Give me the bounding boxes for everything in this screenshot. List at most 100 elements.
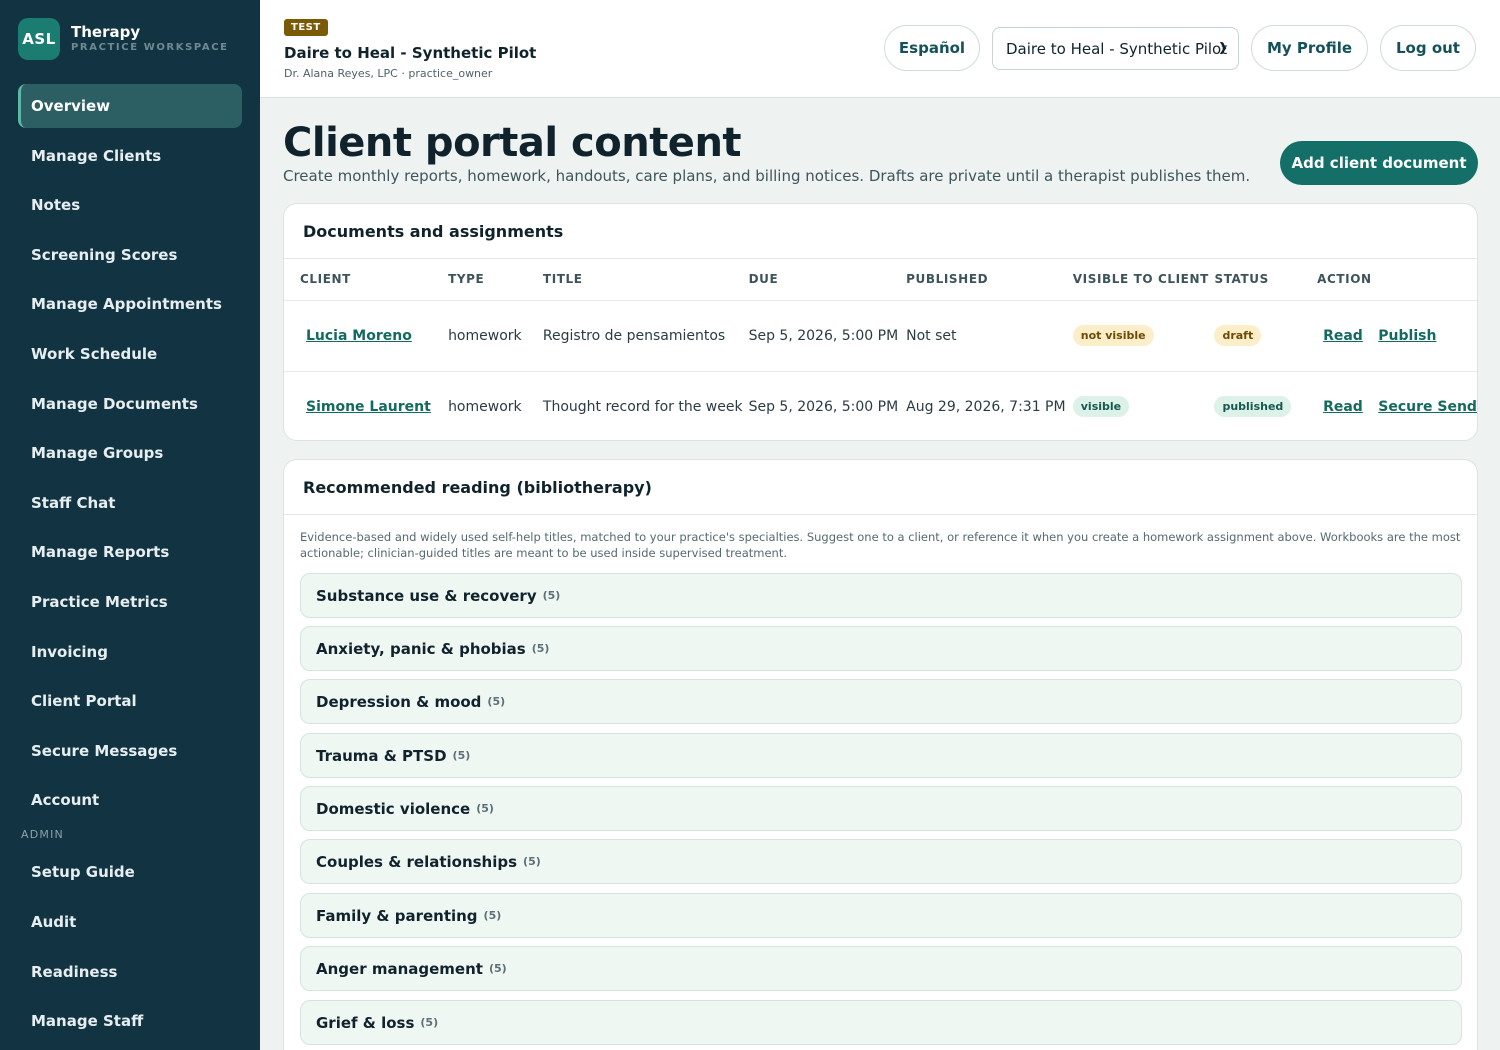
col-type: TYPE (448, 259, 543, 301)
sidebar-item-overview[interactable]: Overview (18, 84, 242, 128)
test-badge: TEST (284, 19, 328, 36)
col-published: PUBLISHED (906, 259, 1073, 301)
category-count: (5) (476, 802, 494, 815)
sidebar-item-setup-guide[interactable]: Setup Guide (18, 850, 242, 894)
read-link[interactable]: Read (1323, 399, 1363, 415)
category-domestic-violence[interactable]: Domestic violence (5) (300, 786, 1462, 831)
category-name: Anger management (316, 959, 483, 978)
client-link[interactable]: Simone Laurent (306, 399, 431, 415)
category-count: (5) (488, 962, 507, 975)
category-count: (5) (483, 909, 502, 922)
sidebar-item-client-portal[interactable]: Client Portal (18, 679, 242, 723)
doc-published: Not set (906, 300, 1073, 372)
category-count: (5) (420, 1016, 439, 1029)
documents-card: Documents and assignments CLIENT TYPE TI… (283, 203, 1478, 441)
category-count: (5) (531, 642, 550, 655)
category-name: Family & parenting (316, 906, 478, 925)
practice-select[interactable]: Daire to Heal - Synthetic Pilot ❯ (992, 27, 1239, 70)
page-title: Client portal content (283, 120, 742, 166)
category-name: Couples & relationships (316, 852, 518, 871)
chevron-down-icon: ❯ (1217, 40, 1228, 54)
category-depression[interactable]: Depression & mood (5) (300, 679, 1462, 724)
doc-due: Sep 5, 2026, 5:00 PM (748, 398, 899, 415)
table-header-row: CLIENT TYPE TITLE DUE PUBLISHED VISIBLE … (284, 259, 1477, 301)
sidebar-item-account[interactable]: Account (18, 778, 242, 822)
category-name: Substance use & recovery (316, 586, 537, 605)
category-name: Depression & mood (316, 692, 482, 711)
doc-type: homework (448, 398, 522, 415)
category-name: Domestic violence (316, 799, 471, 818)
documents-table: CLIENT TYPE TITLE DUE PUBLISHED VISIBLE … (284, 259, 1477, 442)
publish-link[interactable]: Publish (1378, 328, 1436, 344)
category-name: Anxiety, panic & phobias (316, 639, 526, 658)
brand-name: Therapy (71, 23, 141, 41)
sidebar-item-manage-clients[interactable]: Manage Clients (18, 134, 242, 178)
col-client: CLIENT (284, 259, 449, 301)
visibility-badge: not visible (1072, 325, 1154, 346)
sidebar-admin-heading: ADMIN (21, 828, 64, 842)
practice-select-value: Daire to Heal - Synthetic Pilot (1006, 39, 1228, 58)
doc-published: Aug 29, 2026, 7:31 PM (906, 398, 1066, 415)
doc-title: Thought record for the week (542, 398, 743, 415)
sidebar-item-readiness[interactable]: Readiness (18, 950, 242, 994)
category-anger[interactable]: Anger management (5) (300, 946, 1462, 991)
client-link[interactable]: Lucia Moreno (306, 328, 412, 344)
sidebar-item-invoicing[interactable]: Invoicing (18, 630, 242, 674)
category-substance-use[interactable]: Substance use & recovery (5) (300, 573, 1462, 618)
category-count: (5) (542, 589, 561, 602)
col-status: STATUS (1214, 259, 1318, 301)
my-profile-button[interactable]: My Profile (1251, 25, 1368, 71)
sidebar-item-audit[interactable]: Audit (18, 900, 242, 944)
category-count: (5) (452, 749, 471, 762)
language-button[interactable]: Español (884, 25, 980, 71)
doc-type: homework (448, 300, 543, 372)
add-client-document-button[interactable]: Add client document (1280, 141, 1478, 185)
reading-intro: Evidence-based and widely used self-help… (300, 530, 1461, 560)
reading-card: Recommended reading (bibliotherapy) Evid… (283, 459, 1478, 1050)
practice-name: Daire to Heal - Synthetic Pilot (284, 44, 537, 62)
brand[interactable]: ASL Therapy PRACTICE WORKSPACE (18, 18, 229, 60)
sidebar-nav: Overview Manage Clients Notes Screening … (18, 84, 242, 1049)
sidebar-item-manage-appointments[interactable]: Manage Appointments (18, 282, 242, 326)
sidebar: ASL Therapy PRACTICE WORKSPACE Overview … (0, 0, 260, 1050)
col-visible: VISIBLE TO CLIENT (1072, 259, 1215, 301)
logout-button[interactable]: Log out (1380, 25, 1476, 71)
col-action: ACTION (1317, 259, 1477, 301)
table-row: Simone Laurent homework Thought record f… (284, 371, 1477, 442)
category-anxiety[interactable]: Anxiety, panic & phobias (5) (300, 626, 1462, 671)
documents-heading: Documents and assignments (284, 204, 1477, 259)
sidebar-item-manage-documents[interactable]: Manage Documents (18, 382, 242, 426)
read-link[interactable]: Read (1323, 328, 1363, 344)
sidebar-item-manage-reports[interactable]: Manage Reports (18, 530, 242, 574)
user-line: Dr. Alana Reyes, LPC · practice_owner (284, 67, 493, 80)
sidebar-item-work-schedule[interactable]: Work Schedule (18, 332, 242, 376)
category-grief[interactable]: Grief & loss (5) (300, 1000, 1462, 1045)
doc-due: Sep 5, 2026, 5:00 PM (748, 300, 907, 372)
table-row: Lucia Moreno homework Registro de pensam… (284, 300, 1477, 372)
sidebar-item-manage-staff[interactable]: Manage Staff (18, 999, 242, 1043)
category-name: Grief & loss (316, 1013, 415, 1032)
reading-heading: Recommended reading (bibliotherapy) (284, 460, 1477, 515)
col-due: DUE (748, 259, 907, 301)
category-family[interactable]: Family & parenting (5) (300, 893, 1462, 938)
category-count: (5) (523, 855, 541, 868)
status-badge: published (1214, 396, 1292, 418)
sidebar-item-staff-chat[interactable]: Staff Chat (18, 481, 242, 525)
col-title: TITLE (542, 259, 749, 301)
status-badge: draft (1214, 325, 1262, 346)
sidebar-item-manage-groups[interactable]: Manage Groups (18, 431, 242, 475)
brand-subtitle: PRACTICE WORKSPACE (71, 42, 229, 53)
brand-logo: ASL (18, 18, 60, 60)
sidebar-item-secure-messages[interactable]: Secure Messages (18, 729, 242, 773)
category-count: (5) (487, 695, 506, 708)
category-couples[interactable]: Couples & relationships (5) (300, 839, 1462, 884)
sidebar-item-screening-scores[interactable]: Screening Scores (18, 233, 242, 277)
sidebar-item-notes[interactable]: Notes (18, 183, 242, 227)
page-description: Create monthly reports, homework, handou… (283, 167, 1251, 185)
secure-send-link[interactable]: Secure Send (1378, 399, 1477, 415)
visibility-badge: visible (1072, 396, 1130, 418)
category-trauma[interactable]: Trauma & PTSD (5) (300, 733, 1462, 778)
category-name: Trauma & PTSD (316, 746, 447, 765)
sidebar-item-practice-metrics[interactable]: Practice Metrics (18, 580, 242, 624)
doc-title: Registro de pensamientos (542, 300, 749, 372)
